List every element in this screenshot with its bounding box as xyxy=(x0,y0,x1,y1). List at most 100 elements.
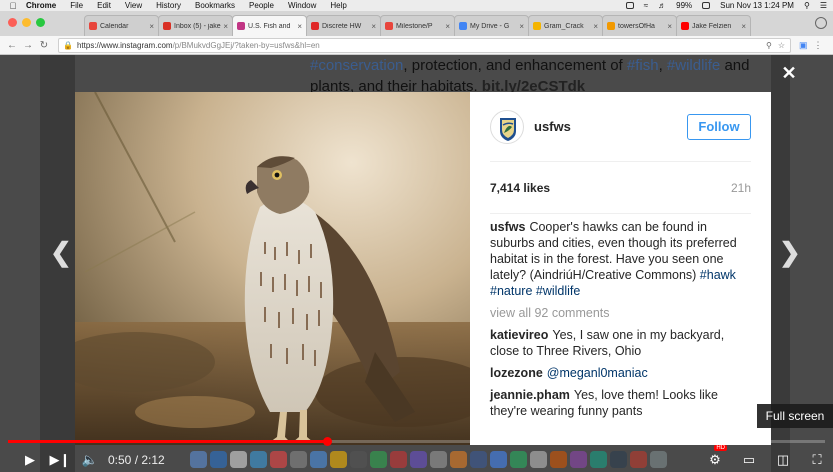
bg-sep: , xyxy=(658,57,667,74)
bg-hashtag-fish[interactable]: #fish xyxy=(627,57,659,74)
url-host: https://www.instagram.com xyxy=(76,40,173,50)
battery-percent[interactable]: 99% xyxy=(676,1,692,10)
spotlight-icon[interactable]: ⚲ xyxy=(804,1,810,10)
zoom-window-button[interactable] xyxy=(36,18,45,27)
tab-label: Milestone/P xyxy=(396,22,433,30)
tab-close-icon[interactable]: × xyxy=(593,22,598,31)
tab-close-icon[interactable]: × xyxy=(149,22,154,31)
browser-tab[interactable]: Jake Felzien × xyxy=(676,15,751,36)
browser-tab[interactable]: Discrete HW × xyxy=(306,15,381,36)
address-bar[interactable]: 🔒 https://www.instagram.com/p/BMukvdGgJE… xyxy=(58,37,791,53)
menu-window[interactable]: Window xyxy=(288,1,316,10)
hd-badge: HD xyxy=(714,445,727,451)
wifi-icon[interactable]: ≈ xyxy=(644,1,648,10)
progress-scrubber[interactable] xyxy=(322,437,332,446)
comment-author[interactable]: katievireo xyxy=(490,328,548,342)
screen:  Chrome File Edit View History Bookmark… xyxy=(0,0,833,472)
usfws-avatar[interactable] xyxy=(490,109,524,144)
minimize-window-button[interactable] xyxy=(22,18,31,27)
browser-tab[interactable]: Milestone/P × xyxy=(380,15,455,36)
tab-close-icon[interactable]: × xyxy=(445,22,450,31)
window-controls xyxy=(8,18,45,27)
settings-gear-icon[interactable]: ⚙ HD xyxy=(703,445,727,472)
browser-tab[interactable]: Calendar × xyxy=(84,15,159,36)
tabs: Calendar × Inbox (5) - jake × U.S. Fish and ×… xyxy=(84,15,751,36)
view-all-comments-link[interactable]: view all 92 comments xyxy=(490,305,751,321)
comment-author[interactable]: lozezone xyxy=(490,366,543,380)
post-header: usfws Follow xyxy=(490,92,751,162)
reload-icon[interactable]: ↻ xyxy=(36,40,52,51)
browser-tab[interactable]: Inbox (5) - jake × xyxy=(158,15,233,36)
hashtag-hawk[interactable]: #hawk xyxy=(700,268,736,282)
comment-author[interactable]: jeannie.pham xyxy=(490,388,570,402)
next-video-icon[interactable]: ▶❙ xyxy=(48,448,72,472)
bookmark-star-icon[interactable]: ☆ xyxy=(778,41,785,50)
menu-bookmarks[interactable]: Bookmarks xyxy=(195,1,235,10)
tab-close-icon[interactable]: × xyxy=(297,22,302,31)
extension-icon[interactable]: ▣ xyxy=(799,40,808,51)
browser-tab[interactable]: Gram_Crack × xyxy=(528,15,603,36)
follow-button[interactable]: Follow xyxy=(687,113,751,140)
tab-close-icon[interactable]: × xyxy=(223,22,228,31)
usfws-logo-icon xyxy=(500,117,516,141)
progress-bar[interactable] xyxy=(8,437,825,446)
lock-icon[interactable]: 🔒 xyxy=(63,41,73,50)
bg-hashtag-conservation[interactable]: #conservation xyxy=(310,57,403,74)
display-icon[interactable] xyxy=(625,2,634,9)
chrome-menu-icon[interactable]: ⋮ xyxy=(814,40,823,51)
menu-history[interactable]: History xyxy=(156,1,181,10)
hashtag-nature[interactable]: #nature xyxy=(490,284,532,298)
browser-tab[interactable]: towersOfHa × xyxy=(602,15,677,36)
post-photo[interactable] xyxy=(75,92,470,445)
apple-icon[interactable]:  xyxy=(0,1,26,11)
tab-close-icon[interactable]: × xyxy=(667,22,672,31)
progress-played xyxy=(8,440,327,443)
notification-center-icon[interactable]: ☰ xyxy=(820,1,827,10)
volume-icon[interactable]: 🔈 xyxy=(78,448,102,472)
profile-icon[interactable] xyxy=(815,17,827,29)
comment: katievireo Yes, I saw one in my backyard,… xyxy=(490,327,751,359)
menu-file[interactable]: File xyxy=(70,1,83,10)
likes-count[interactable]: 7,414 likes xyxy=(490,181,550,195)
battery-icon[interactable] xyxy=(702,2,711,9)
menubar-status-area: ≈ ♬ 99% Sun Nov 13 1:24 PM ⚲ ☰ xyxy=(625,0,827,11)
post-modal: usfws Follow 7,414 likes 21h usfws Cooper… xyxy=(75,92,771,445)
tab-label: Inbox (5) - jake xyxy=(174,22,221,30)
tab-label: Discrete HW xyxy=(322,22,362,30)
tab-close-icon[interactable]: × xyxy=(741,22,746,31)
browser-tab[interactable]: My Drive - G × xyxy=(454,15,529,36)
tab-favicon-icon xyxy=(385,22,393,30)
caption: usfws Cooper's hawks can be found in subu… xyxy=(490,219,751,299)
comment-mention[interactable]: @meganl0maniac xyxy=(547,366,648,380)
post-username[interactable]: usfws xyxy=(534,119,571,134)
close-window-button[interactable] xyxy=(8,18,17,27)
tab-label: Gram_Crack xyxy=(544,22,584,30)
menu-edit[interactable]: Edit xyxy=(97,1,111,10)
tab-close-icon[interactable]: × xyxy=(371,22,376,31)
menu-view[interactable]: View xyxy=(125,1,142,10)
hashtag-wildlife[interactable]: #wildlife xyxy=(536,284,580,298)
tab-close-icon[interactable]: × xyxy=(519,22,524,31)
forward-icon[interactable]: → xyxy=(20,40,36,51)
comment: jeannie.pham Yes, love them! Looks like t… xyxy=(490,387,751,419)
hawk-photo xyxy=(75,92,470,445)
menubar-clock[interactable]: Sun Nov 13 1:24 PM xyxy=(720,1,794,10)
menu-app[interactable]: Chrome xyxy=(26,1,56,10)
browser-tab[interactable]: U.S. Fish and × xyxy=(232,15,307,36)
theater-mode-icon[interactable]: ▭ xyxy=(737,448,761,472)
volume-icon[interactable]: ♬ xyxy=(658,1,666,10)
play-icon[interactable]: ▶ xyxy=(18,448,42,472)
bg-hashtag-wildlife[interactable]: #wildlife xyxy=(667,57,720,74)
close-modal-icon[interactable]: ✕ xyxy=(780,64,798,82)
zoom-icon[interactable]: ⚲ xyxy=(766,41,772,50)
post-time[interactable]: 21h xyxy=(731,181,751,195)
next-post-icon[interactable]: ❯ xyxy=(779,237,801,268)
fullscreen-icon[interactable]: ⛶ xyxy=(805,448,829,472)
previous-post-icon[interactable]: ❮ xyxy=(50,237,72,268)
caption-author[interactable]: usfws xyxy=(490,220,525,234)
cast-icon[interactable]: ◫ xyxy=(771,448,795,472)
menu-help[interactable]: Help xyxy=(330,1,346,10)
back-icon[interactable]: ← xyxy=(4,40,20,51)
menu-people[interactable]: People xyxy=(249,1,274,10)
comments-section: usfws Cooper's hawks can be found in subu… xyxy=(490,214,751,419)
